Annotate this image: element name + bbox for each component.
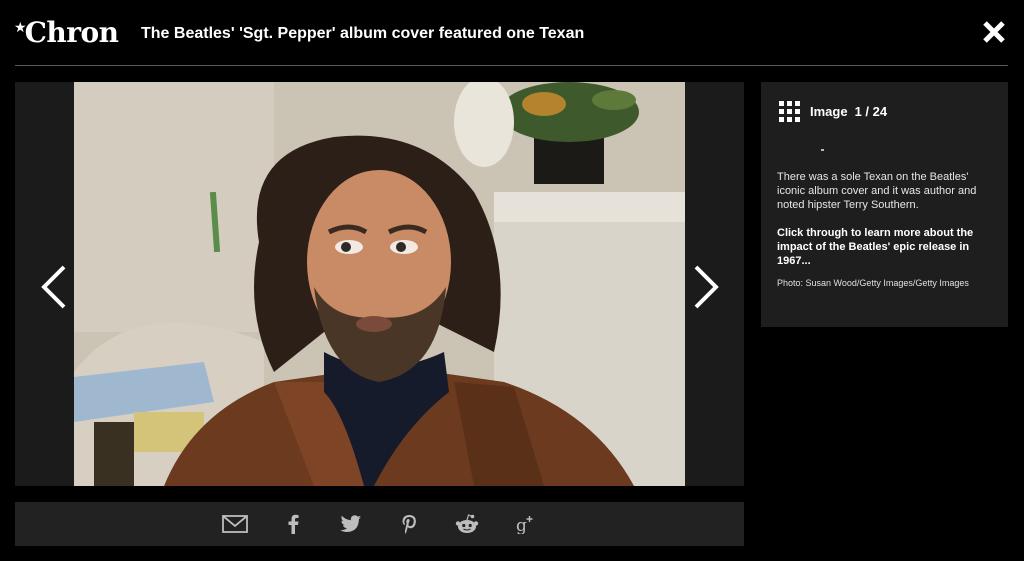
share-pinterest-button[interactable] (380, 502, 438, 546)
gallery-title: The Beatles' 'Sgt. Pepper' album cover f… (141, 25, 585, 42)
email-icon (221, 515, 248, 533)
share-facebook-button[interactable] (264, 502, 322, 546)
svg-text:g: g (516, 516, 527, 534)
gallery-photo (74, 82, 685, 486)
share-twitter-button[interactable] (322, 502, 380, 546)
close-icon (983, 21, 1005, 43)
reddit-icon (455, 514, 478, 533)
image-counter-label: Image (810, 104, 848, 119)
caption-text: There was a sole Texan on the Beatles' i… (777, 171, 977, 211)
grid-icon (779, 101, 800, 122)
photo-credit: Photo: Susan Wood/Getty Images/Getty Ima… (777, 278, 969, 288)
share-google-plus-button[interactable]: g (496, 502, 554, 546)
caption-cta[interactable]: Click through to learn more about the im… (777, 226, 992, 268)
caption-panel: Image 1 / 24 There was a sole Texan on th… (761, 82, 1008, 327)
image-counter-value: 1 / 24 (854, 104, 888, 119)
photo-illustration (74, 82, 685, 486)
grid-view-button[interactable] (779, 101, 800, 122)
image-stage (15, 82, 744, 486)
share-reddit-button[interactable] (438, 502, 496, 546)
logo-text: Chron (24, 16, 119, 49)
share-email-button[interactable] (206, 502, 264, 546)
image-counter: Image 1 / 24 (810, 104, 887, 120)
separator-mark (821, 149, 824, 151)
pinterest-icon (402, 515, 416, 534)
chevron-left-icon (41, 265, 66, 309)
facebook-icon (288, 514, 298, 534)
chevron-right-icon (694, 265, 719, 309)
next-button[interactable] (687, 262, 723, 312)
twitter-icon (339, 515, 361, 532)
share-bar: g (15, 502, 744, 546)
header: ★ Chron The Beatles' 'Sgt. Pepper' album… (0, 0, 1024, 66)
close-button[interactable] (978, 16, 1010, 48)
google-plus-icon: g (516, 516, 532, 534)
previous-button[interactable] (37, 262, 73, 312)
header-divider (15, 65, 1008, 66)
chron-logo[interactable]: ★ Chron (14, 16, 119, 50)
